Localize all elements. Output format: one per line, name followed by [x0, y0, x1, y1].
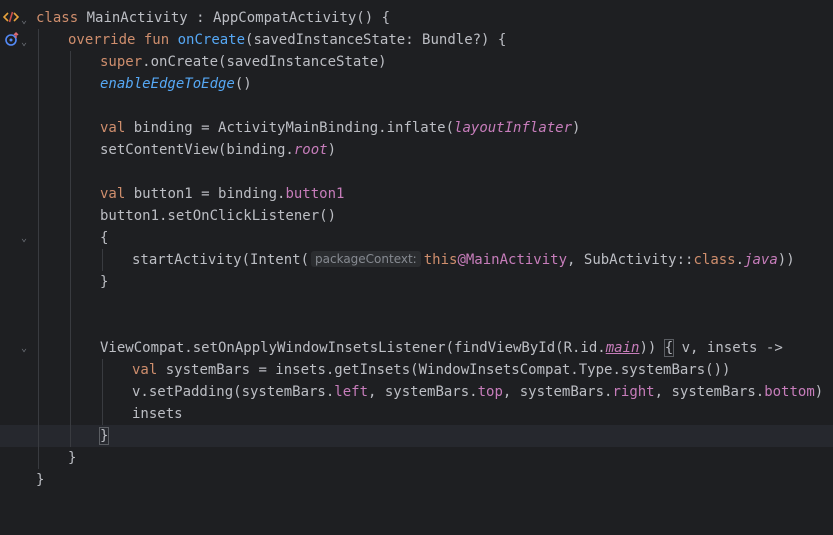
code-token: left [334, 384, 369, 400]
code-token: val [132, 362, 158, 378]
code-line[interactable] [0, 293, 833, 315]
code-token: java [744, 252, 778, 268]
code-line[interactable]: } [0, 271, 833, 293]
code-token: insets [132, 406, 183, 422]
code-token: } [36, 472, 45, 488]
code-line[interactable]: val binding = ActivityMainBinding.inflat… [0, 117, 833, 139]
parameter-hint: packageContext: [311, 251, 421, 267]
code-token: override [68, 32, 136, 48]
code-line[interactable]: startActivity(Intent(packageContext: this… [0, 249, 833, 271]
code-token: ViewCompat.setOnApplyWindowInsetsListene… [100, 340, 606, 356]
code-token: v.setPadding(systemBars. [132, 384, 335, 400]
code-token: class [36, 10, 79, 26]
code-token: } [98, 427, 110, 445]
code-line[interactable]: override fun onCreate(savedInstanceState… [0, 29, 833, 51]
code-token: root [293, 142, 328, 158]
code-line[interactable]: ViewCompat.setOnApplyWindowInsetsListene… [0, 337, 833, 359]
code-line[interactable]: val systemBars = insets.getInsets(Window… [0, 359, 833, 381]
code-line[interactable]: { [0, 227, 833, 249]
code-token: ) [327, 142, 337, 158]
code-token: , systemBars. [368, 384, 478, 400]
code-token: , SubActivity:: [567, 252, 694, 268]
code-token: v, insets -> [673, 340, 783, 356]
code-line[interactable] [0, 95, 833, 117]
code-token: ) [814, 384, 824, 400]
code-token: button1 [285, 186, 345, 202]
code-editor[interactable]: ⌄ ⌄ ⌄ ⌄ class MainActivity : AppCompatAc… [0, 0, 833, 496]
code-token: } [68, 450, 77, 466]
code-token: )) [777, 252, 795, 268]
code-token: layoutInflater [454, 120, 573, 136]
code-token: this [423, 252, 458, 268]
code-token: val [100, 186, 126, 202]
code-token: startActivity(Intent( [132, 252, 310, 268]
code-token: button1 = binding. [125, 186, 286, 202]
code-token: button1.setOnClickListener() [100, 208, 337, 224]
code-line[interactable]: button1.setOnClickListener() [0, 205, 833, 227]
code-line[interactable]: class MainActivity : AppCompatActivity()… [0, 7, 833, 29]
code-token: { [100, 230, 109, 246]
code-line[interactable]: setContentView(binding.root) [0, 139, 833, 161]
code-token: { [663, 339, 675, 357]
code-token: , systemBars. [502, 384, 613, 400]
code-line[interactable]: super.onCreate(savedInstanceState) [0, 51, 833, 73]
code-token: bottom [764, 384, 815, 400]
code-token: enableEdgeToEdge [100, 76, 235, 92]
code-token: () [234, 76, 252, 92]
code-token: onCreate [177, 32, 246, 48]
code-token: super [100, 54, 143, 70]
code-line[interactable]: } [0, 469, 833, 491]
code-token: . [735, 252, 745, 268]
code-token: MainActivity : AppCompatActivity() { [78, 10, 391, 26]
code-token: systemBars = insets.getInsets(WindowInse… [157, 362, 731, 378]
code-token: val [100, 120, 126, 136]
code-token: setContentView(binding. [100, 142, 294, 158]
code-token: } [100, 274, 109, 290]
code-token: .onCreate(savedInstanceState) [142, 54, 387, 70]
code-token: @MainActivity [457, 252, 568, 268]
code-line[interactable]: v.setPadding(systemBars.left, systemBars… [0, 381, 833, 403]
code-token: (savedInstanceState: Bundle?) { [245, 32, 507, 48]
code-token: ) [572, 120, 581, 136]
code-token: binding = ActivityMainBinding.inflate( [125, 120, 455, 136]
code-line[interactable] [0, 161, 833, 183]
code-token: class [693, 252, 736, 268]
code-token: )) [639, 340, 665, 356]
code-token: , systemBars. [654, 384, 765, 400]
code-line[interactable]: insets [0, 403, 833, 425]
code-line[interactable] [0, 315, 833, 337]
code-token: fun [143, 32, 170, 48]
code-token: top [477, 384, 503, 400]
code-line[interactable]: } [0, 447, 833, 469]
code-line[interactable]: val button1 = binding.button1 [0, 183, 833, 205]
code-token: main [605, 340, 640, 356]
code-line[interactable]: enableEdgeToEdge() [0, 73, 833, 95]
code-token: right [612, 384, 655, 400]
code-line-current[interactable]: } [0, 425, 833, 447]
